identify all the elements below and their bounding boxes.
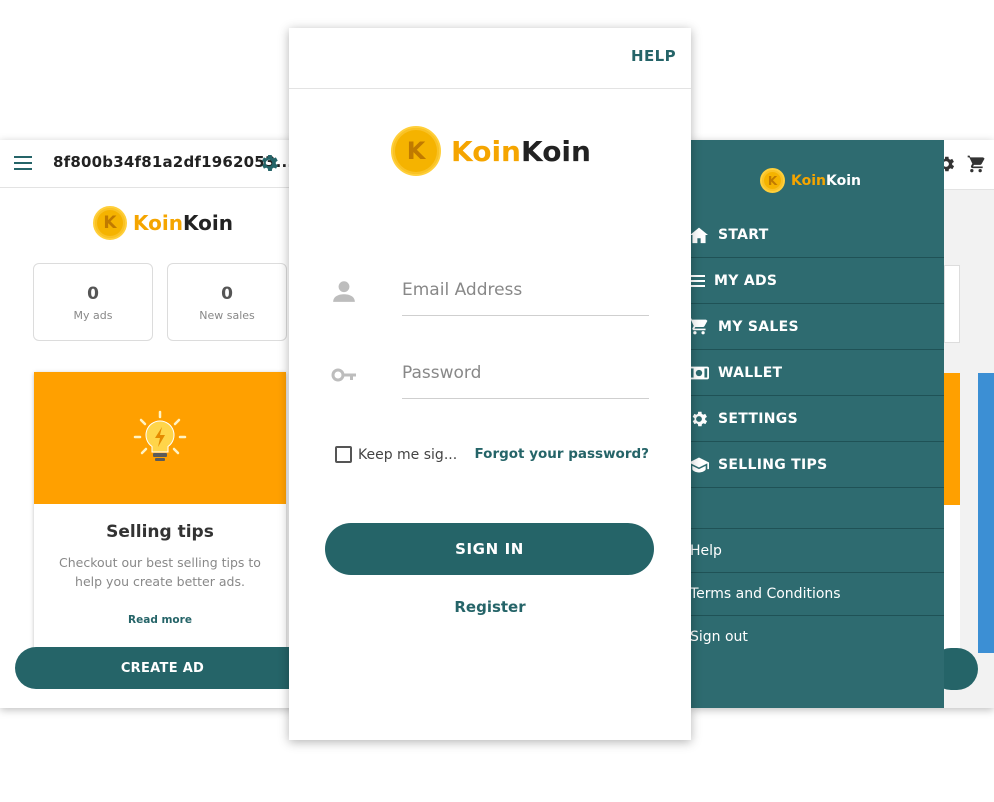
drawer-item-my-sales[interactable]: MY SALES [690, 304, 944, 350]
koinkoin-logo: K Koin Koin [93, 206, 233, 240]
background-blue-card [978, 373, 994, 653]
tip-card-title: Selling tips [106, 522, 214, 542]
login-top-bar: HELP [289, 28, 691, 89]
user-icon [333, 281, 355, 302]
drawer-item-label: MY ADS [714, 272, 778, 289]
background-tip-body [944, 505, 960, 655]
background-tip-banner [944, 373, 960, 505]
create-ad-button[interactable]: CREATE AD [15, 647, 300, 689]
key-icon [331, 368, 356, 382]
selling-tips-card: Selling tips Checkout our best selling t… [34, 372, 286, 662]
my-ads-label: My ads [73, 309, 113, 322]
settings-icon[interactable] [258, 152, 280, 174]
logo-text-koin-light: Koin [826, 172, 861, 189]
logo-text-koin: Koin [133, 211, 183, 235]
drawer-item-label: SELLING TIPS [718, 456, 828, 473]
keep-signed-in-label: Keep me sig... [358, 447, 458, 463]
drawer-item-label: SETTINGS [718, 410, 798, 427]
logo-text-koin: Koin [451, 134, 521, 168]
login-screen: HELP K Koin Koin Email Address Password K… [289, 28, 691, 740]
my-ads-count: 0 [87, 284, 99, 304]
drawer-item-label: WALLET [718, 364, 783, 381]
wallet-icon [690, 363, 710, 383]
cart-icon[interactable] [966, 154, 986, 174]
logo-text-koin: Koin [791, 172, 826, 189]
dashboard-screen: 8f800b34f81a2df1962053... K Koin Koin 0 M… [0, 140, 300, 708]
lightbulb-icon [133, 410, 187, 461]
drawer-item-label: START [718, 226, 769, 243]
coin-icon: K [93, 206, 127, 240]
drawer-item-start[interactable]: START [690, 212, 944, 258]
email-field[interactable]: Email Address [402, 280, 649, 316]
new-sales-stat[interactable]: 0 New sales [167, 263, 287, 341]
graduation-cap-icon [690, 455, 710, 475]
drawer-item-label: MY SALES [718, 318, 799, 335]
drawer-screen: K Koin Koin START MY ADS MY SALES WALLET … [690, 140, 994, 708]
new-sales-label: New sales [199, 309, 255, 322]
tip-card-banner [34, 372, 286, 504]
home-icon [690, 225, 710, 245]
logo-text-koin-dark: Koin [520, 134, 591, 168]
navigation-drawer: K Koin Koin START MY ADS MY SALES WALLET … [690, 140, 944, 708]
menu-icon[interactable] [14, 156, 32, 170]
cart-icon [690, 317, 710, 337]
my-ads-stat[interactable]: 0 My ads [33, 263, 153, 341]
gear-icon [690, 409, 710, 429]
top-app-bar: 8f800b34f81a2df1962053... [0, 140, 300, 188]
drawer-item-settings[interactable]: SETTINGS [690, 396, 944, 442]
drawer-item-wallet[interactable]: WALLET [690, 350, 944, 396]
tip-card-text: Checkout our best selling tips to help y… [59, 555, 261, 589]
drawer-item-my-ads[interactable]: MY ADS [690, 258, 944, 304]
coin-icon: K [391, 126, 441, 176]
password-placeholder: Password [402, 363, 482, 383]
drawer-link-help[interactable]: Help [690, 529, 944, 573]
drawer-link-sign-out[interactable]: Sign out [690, 615, 944, 659]
password-field[interactable]: Password [402, 363, 649, 399]
read-more-link[interactable]: Read more [34, 614, 286, 626]
logo-text-koin-dark: Koin [182, 211, 233, 235]
drawer-spacer [690, 488, 944, 529]
list-icon [690, 271, 706, 291]
sign-in-button[interactable]: SIGN IN [325, 523, 654, 575]
background-stat-card [944, 265, 960, 343]
koinkoin-logo: K Koin Koin [760, 168, 861, 193]
coin-icon: K [760, 168, 785, 193]
new-sales-count: 0 [221, 284, 233, 304]
forgot-password-link[interactable]: Forgot your password? [475, 446, 650, 462]
register-link[interactable]: Register [289, 598, 691, 616]
keep-signed-in-checkbox[interactable] [335, 446, 352, 463]
drawer-item-selling-tips[interactable]: SELLING TIPS [690, 442, 944, 488]
drawer-link-terms[interactable]: Terms and Conditions [690, 572, 944, 616]
koinkoin-logo: K Koin Koin [391, 126, 591, 176]
help-link[interactable]: HELP [631, 47, 676, 65]
email-placeholder: Email Address [402, 280, 523, 300]
